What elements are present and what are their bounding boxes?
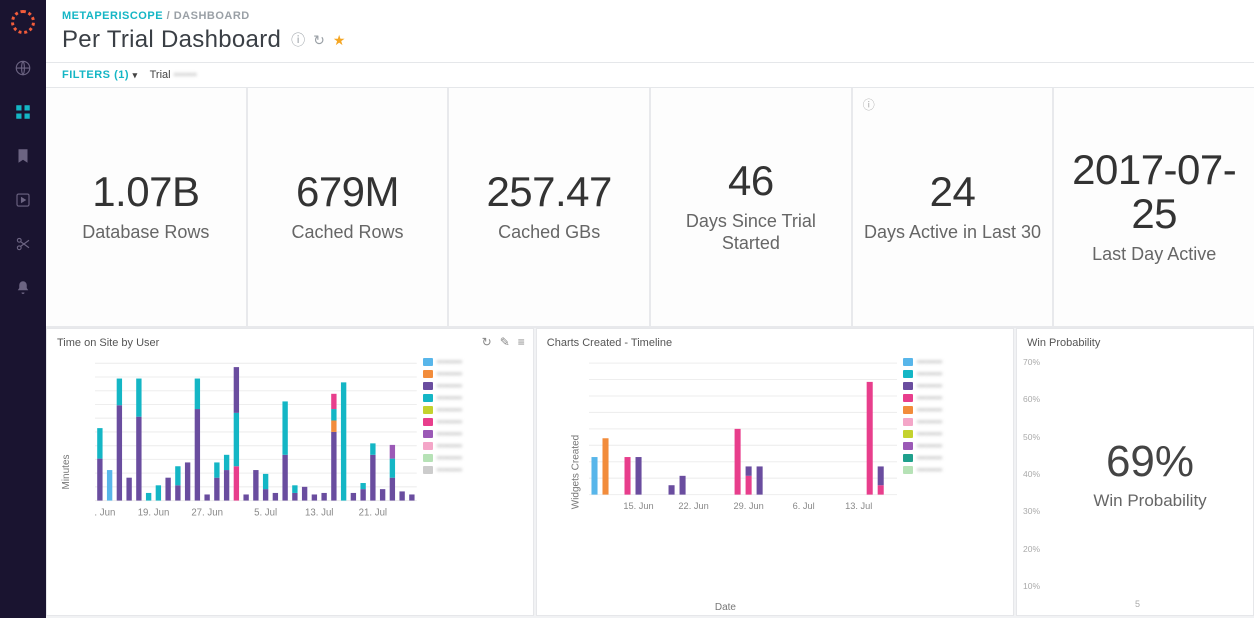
panel-time-on-site: Time on Site by User ↻ ✎ ≡ Minutes 01836…: [46, 328, 534, 616]
kpi-label: Cached GBs: [498, 222, 600, 244]
kpi-row: 1.07B Database Rows 679M Cached Rows 257.47 C…: [46, 88, 1254, 328]
kpi-card: 679M Cached Rows: [248, 88, 450, 326]
panel-title: Charts Created - Timeline: [537, 329, 1013, 353]
dashboard-icon[interactable]: [13, 102, 33, 122]
logo-icon: [11, 10, 35, 34]
panel-win-probability: Win Probability 70%60%50%40%30%20%10% 69…: [1016, 328, 1254, 616]
filter-bar: FILTERS (1) ▾ Trial ••••••: [46, 63, 1254, 88]
kpi-label: Cached Rows: [291, 222, 403, 244]
kpi-value: 257.47: [486, 170, 611, 214]
chart-time-on-site: 0183654729010812614416218011. Jun19. Jun…: [95, 359, 417, 520]
info-icon[interactable]: ⓘ: [863, 96, 875, 113]
kpi-card: 46 Days Since Trial Started: [651, 88, 853, 326]
win-y-axis: 70%60%50%40%30%20%10%: [1023, 357, 1053, 591]
legend: ••••••••••••••••••••••••••••••••••••••••…: [423, 357, 527, 477]
legend: ••••••••••••••••••••••••••••••••••••••••…: [903, 357, 1007, 477]
refresh-icon[interactable]: ↻: [313, 32, 325, 49]
svg-text:11. Jun: 11. Jun: [95, 508, 115, 519]
kpi-card: 2017-07-25 Last Day Active: [1054, 88, 1254, 326]
edit-icon[interactable]: ✎: [500, 335, 510, 349]
kpi-value: 679M: [296, 170, 399, 214]
sidebar: [0, 0, 46, 618]
play-icon[interactable]: [13, 190, 33, 210]
menu-icon[interactable]: ≡: [518, 335, 525, 349]
svg-text:13. Jul: 13. Jul: [845, 501, 872, 511]
info-icon[interactable]: ⓘ: [291, 30, 305, 50]
win-value: 69%: [1106, 437, 1194, 487]
panel-charts-created: Charts Created - Timeline Widgets Create…: [536, 328, 1014, 616]
scissors-icon[interactable]: [13, 234, 33, 254]
kpi-label: Database Rows: [82, 222, 209, 244]
refresh-icon[interactable]: ↻: [482, 335, 492, 349]
win-x-tick: 5: [1135, 599, 1140, 609]
breadcrumb-root[interactable]: METAPERISCOPE: [62, 10, 163, 22]
svg-text:19. Jun: 19. Jun: [138, 508, 170, 519]
kpi-label: Days Since Trial Started: [659, 211, 843, 254]
svg-text:15. Jun: 15. Jun: [623, 501, 653, 511]
svg-text:5. Jul: 5. Jul: [254, 508, 277, 519]
x-axis-label: Date: [715, 602, 736, 613]
filter-chip[interactable]: Trial ••••••: [150, 69, 197, 81]
kpi-card: ⓘ 24 Days Active in Last 30: [853, 88, 1055, 326]
filters-label[interactable]: FILTERS (1) ▾: [62, 69, 138, 81]
svg-text:27. Jun: 27. Jun: [191, 508, 223, 519]
panel-title: Time on Site by User: [47, 329, 533, 353]
y-axis-label: Minutes: [61, 454, 72, 489]
win-label: Win Probability: [1093, 491, 1206, 511]
breadcrumb: METAPERISCOPE / DASHBOARD: [62, 10, 1238, 22]
svg-text:13. Jul: 13. Jul: [305, 508, 333, 519]
page-header: METAPERISCOPE / DASHBOARD Per Trial Dash…: [46, 0, 1254, 63]
bell-icon[interactable]: [13, 278, 33, 298]
kpi-value: 24: [930, 170, 976, 214]
kpi-card: 1.07B Database Rows: [46, 88, 248, 326]
star-icon[interactable]: ★: [333, 32, 346, 49]
svg-text:21. Jul: 21. Jul: [359, 508, 387, 519]
panel-title: Win Probability: [1017, 329, 1253, 353]
chart-charts-created: 02457911121415. Jun22. Jun29. Jun6. Jul1…: [589, 359, 897, 513]
page-title: Per Trial Dashboard: [62, 26, 281, 54]
svg-text:29. Jun: 29. Jun: [733, 501, 763, 511]
svg-text:6. Jul: 6. Jul: [792, 501, 814, 511]
kpi-value: 46: [728, 159, 774, 203]
breadcrumb-leaf: DASHBOARD: [174, 10, 250, 22]
kpi-value: 2017-07-25: [1062, 148, 1246, 236]
globe-icon[interactable]: [13, 58, 33, 78]
kpi-value: 1.07B: [92, 170, 199, 214]
breadcrumb-sep: /: [167, 10, 171, 22]
svg-text:22. Jun: 22. Jun: [678, 501, 708, 511]
kpi-label: Last Day Active: [1092, 244, 1216, 266]
kpi-label: Days Active in Last 30: [864, 222, 1041, 244]
bookmark-icon[interactable]: [13, 146, 33, 166]
y-axis-label: Widgets Created: [571, 435, 582, 509]
kpi-card: 257.47 Cached GBs: [449, 88, 651, 326]
